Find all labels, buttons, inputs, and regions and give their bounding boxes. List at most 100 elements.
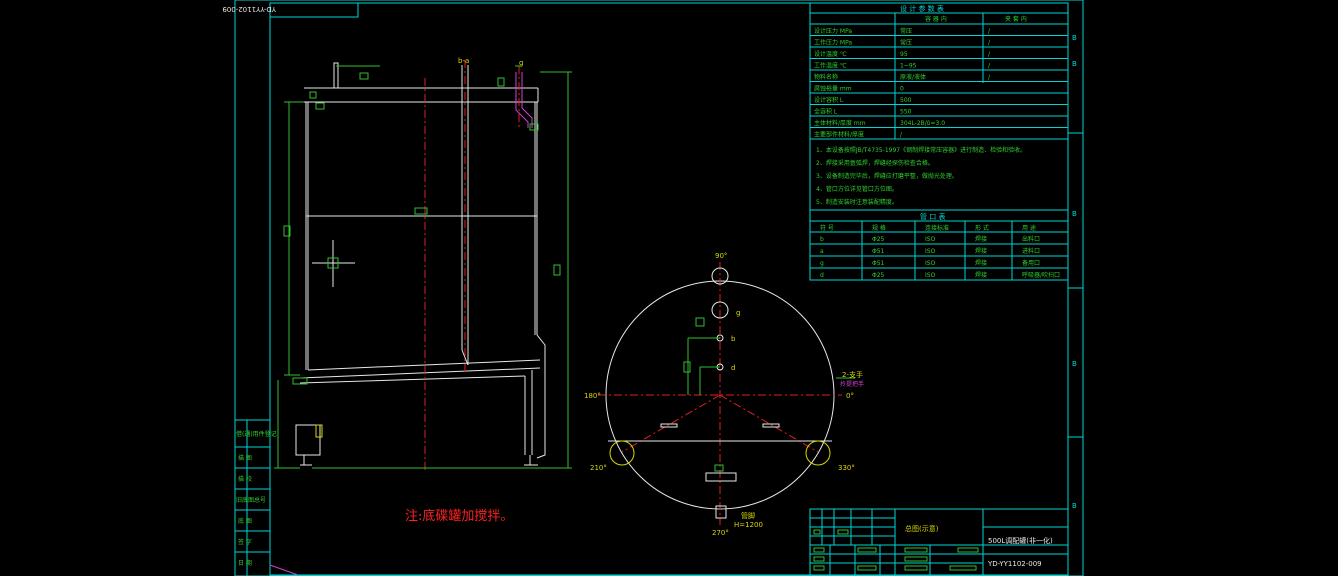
plan-view — [598, 262, 855, 525]
strip-label-7: 日 期 — [238, 559, 252, 567]
frame-mark-4: B — [1072, 502, 1077, 510]
leg-label: 2-支手 — [842, 370, 863, 379]
design-row-container: 500 — [900, 97, 912, 104]
design-col-container: 容 器 内 — [925, 15, 947, 23]
design-row-label: 设计容积 L — [814, 96, 844, 104]
nozzle-header: 连接标准 — [925, 224, 949, 232]
drawing-name: 总图(示意) — [905, 524, 939, 533]
design-row-jacket: / — [988, 40, 991, 47]
leg-sub-label: 拎提把手 — [840, 380, 864, 388]
design-row-jacket: / — [988, 63, 991, 70]
nozzle-cell: b — [820, 236, 824, 243]
angle-210: 210° — [590, 464, 607, 472]
design-row-label: 主体材料/厚度 mm — [814, 119, 866, 127]
design-row-label: 设计压力 MPa — [814, 27, 852, 35]
design-row-label: 腐蚀裕量 mm — [814, 85, 852, 93]
leader-arrow — [269, 564, 299, 576]
note-line-3: 3、设备制造完毕后，焊缝应打磨平整，做抛光处理。 — [816, 172, 958, 180]
nozzle-cell: Φ51 — [872, 248, 885, 255]
nozzle-cell: 进料口 — [1022, 247, 1040, 255]
nozzle-cell: 焊接 — [975, 235, 987, 243]
nozzle-cell: 焊接 — [975, 259, 987, 267]
nozzle-cell: 焊接 — [975, 247, 987, 255]
design-row-container: 常压 — [900, 27, 912, 35]
angle-0: 0° — [846, 392, 854, 400]
strip-label-1: 借(通)用件登记 — [236, 430, 277, 438]
nozzle-cell: Φ51 — [872, 260, 885, 267]
design-row-jacket: / — [988, 51, 991, 58]
note-line-4: 4、管口方位详见管口方位图。 — [816, 185, 898, 193]
angle-330: 330° — [838, 464, 855, 472]
tank-elevation — [274, 60, 572, 470]
frame-mark-1: B — [1072, 60, 1077, 68]
frame-zone-marks — [1068, 132, 1083, 438]
design-row-container: / — [900, 132, 903, 139]
outer-frame — [234, 0, 1084, 576]
bottom-tag: 管脚 — [741, 511, 755, 520]
nozzle-cell: g — [820, 260, 824, 267]
nozzle-cell: Φ25 — [872, 236, 885, 243]
design-row-label: 物料名称 — [814, 73, 838, 81]
nozzle-header: 用 途 — [1022, 224, 1036, 232]
nozzle-cell: ISO — [925, 236, 936, 243]
design-row-container: 304L-2B/δ=3.0 — [900, 120, 945, 127]
nozzle-cell: ISO — [925, 248, 936, 255]
design-row-container: 550 — [900, 109, 912, 116]
nozzle-cell: Φ25 — [872, 272, 885, 279]
mirrored-number-box — [269, 2, 359, 18]
nozzle-cell: a — [820, 248, 824, 255]
nozzle-table-rows: 符 号规 格连接标准形 式用 途b Φ25 ISO 焊接 出料口a Φ51 ISO 焊接 进料口… — [810, 221, 1068, 280]
frame-mark-3: B — [1072, 360, 1077, 368]
strip-label-3: 描 校 — [238, 475, 252, 483]
drawing-number-bottom: YD-YY1102-009 — [987, 560, 1042, 568]
strip-label-4: 旧底图总号 — [236, 496, 266, 504]
elevation-nozzle-g: g — [519, 59, 523, 67]
inner-frame — [269, 2, 1069, 576]
bottom-label: H=1200 — [734, 521, 763, 529]
frame-mark-2: B — [1072, 210, 1077, 218]
nozzle-cell: ISO — [925, 272, 936, 279]
strip-label-2: 描 图 — [238, 454, 252, 462]
nozzle-header: 形 式 — [975, 224, 989, 232]
nozzle-cell: d — [820, 272, 824, 279]
nozzle-label-g: g — [736, 309, 740, 317]
design-row-container: 95 — [900, 51, 908, 58]
nozzle-cell: 呼吸器/吹扫口 — [1022, 271, 1060, 279]
nozzle-cell: 备用口 — [1022, 259, 1040, 267]
design-row-jacket: / — [988, 28, 991, 35]
design-row-jacket: / — [988, 74, 991, 81]
nozzle-label-b: b — [731, 335, 736, 343]
design-row-label: 全容积 L — [814, 108, 838, 116]
design-row-label: 工作压力 MPa — [814, 39, 852, 47]
nozzle-table-heading: 管 口 表 — [920, 212, 945, 221]
note-red: 注:底碟罐加搅拌。 — [405, 508, 513, 524]
nozzle-header: 符 号 — [820, 224, 834, 232]
angle-270: 270° — [712, 529, 729, 537]
nozzle-label-d: d — [731, 364, 735, 372]
nozzle-cell: 焊接 — [975, 271, 987, 279]
design-row-container: 常压 — [900, 39, 912, 47]
design-table-grid — [809, 2, 1069, 140]
design-col-jacket: 夹 套 内 — [1005, 15, 1027, 23]
strip-label-6: 签 字 — [238, 538, 252, 546]
note-line-1: 1、本设备按照JB/T4735-1997《钢制焊接常压容器》进行制造、检验和验收… — [816, 146, 1026, 154]
angle-180: 180° — [584, 392, 601, 400]
note-line-5: 5、制造安装时注意装配精度。 — [816, 198, 898, 206]
design-row-container: 原液/液体 — [900, 73, 926, 81]
design-row-container: 0 — [900, 86, 904, 93]
product-name: 500L调配罐(非一化) — [988, 536, 1053, 545]
frame-mark-5: B — [1072, 34, 1077, 42]
strip-label-5: 底 图 — [238, 517, 252, 525]
drawing-number-mirrored: YD-YY1102-009 — [222, 5, 277, 13]
drawing-canvas: B B B B B YD-YY1102-009 借(通)用件登记 描 图 描 校… — [222, 0, 1084, 576]
nozzle-cell: ISO — [925, 260, 936, 267]
design-row-label: 主要部件材料/厚度 — [814, 131, 864, 139]
design-table-heading: 设 计 参 数 表 — [900, 4, 944, 13]
elevation-nozzle-b: b-a — [458, 57, 469, 65]
design-row-container: 1~95 — [900, 63, 917, 70]
note-line-2: 2、焊接采用氩弧焊，焊缝经探伤检查合格。 — [816, 159, 934, 167]
design-row-label: 工作温度 ℃ — [814, 62, 847, 70]
nozzle-cell: 出料口 — [1022, 235, 1040, 243]
angle-90: 90° — [715, 252, 727, 260]
design-row-label: 设计温度 ℃ — [814, 50, 847, 58]
